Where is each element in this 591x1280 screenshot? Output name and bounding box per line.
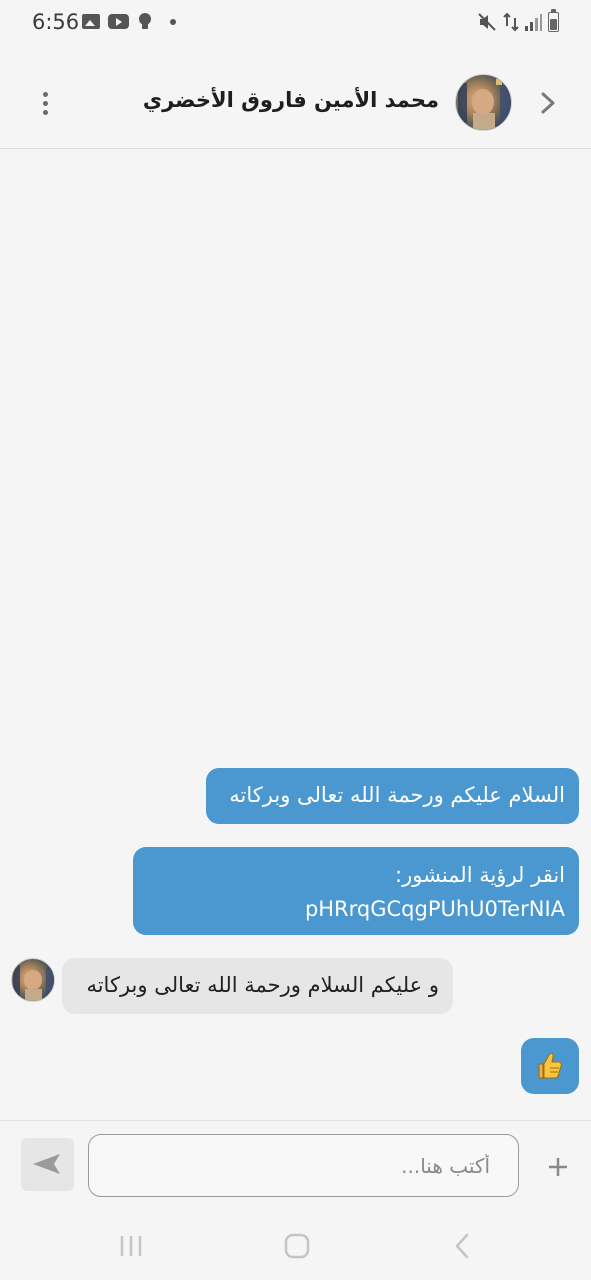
avatar-photo xyxy=(458,79,510,130)
menu-dot xyxy=(43,92,48,97)
status-bar: 6:56 xyxy=(0,0,591,46)
outgoing-message[interactable]: انقر لرؤية المنشور: pHRrqGCqgPUhU0TerNIA xyxy=(133,847,579,935)
battery-level xyxy=(550,19,557,30)
battery-icon xyxy=(548,9,559,32)
recents-icon[interactable] xyxy=(118,1234,144,1258)
outgoing-message[interactable] xyxy=(521,1038,579,1094)
composer xyxy=(0,1120,591,1210)
sender-avatar[interactable] xyxy=(11,958,55,1002)
back-icon[interactable] xyxy=(450,1232,476,1260)
avatar-photo xyxy=(13,965,54,1001)
message-list[interactable]: السلام عليكم ورحمة الله تعالى وبركاته ان… xyxy=(0,150,591,1120)
post-link[interactable]: pHRrqGCqgPUhU0TerNIA xyxy=(147,892,565,926)
mute-icon xyxy=(478,13,496,31)
gallery-icon xyxy=(82,14,100,29)
outgoing-message[interactable]: السلام عليكم ورحمة الله تعالى وبركاته xyxy=(206,768,579,824)
send-button[interactable] xyxy=(21,1138,74,1191)
menu-dot xyxy=(43,110,48,115)
send-icon xyxy=(33,1154,60,1174)
bulb-icon xyxy=(139,13,151,29)
more-vertical-icon[interactable] xyxy=(30,86,60,120)
incoming-message[interactable]: و عليكم السلام ورحمة الله تعالى وبركاته xyxy=(62,958,453,1014)
contact-avatar[interactable] xyxy=(455,74,512,131)
message-text: انقر لرؤية المنشور: xyxy=(395,863,565,887)
thumbs-up-icon xyxy=(538,1052,562,1079)
chevron-right-icon[interactable] xyxy=(533,86,563,120)
status-time: 6:56 xyxy=(32,10,80,34)
signal-icon xyxy=(525,14,542,31)
navigation-bar xyxy=(0,1210,591,1280)
contact-name[interactable]: محمد الأمين فاروق الأخضري xyxy=(143,88,439,112)
plus-icon[interactable] xyxy=(545,1154,571,1180)
menu-dot xyxy=(43,101,48,106)
home-icon[interactable] xyxy=(284,1233,310,1259)
data-icon xyxy=(503,12,519,32)
youtube-icon xyxy=(108,14,129,29)
message-input[interactable] xyxy=(88,1134,519,1197)
dot-icon xyxy=(170,19,176,25)
chat-screen: 6:56 محمد الأمين فاروق الأخضري السلام عل… xyxy=(0,0,591,1280)
chat-header: محمد الأمين فاروق الأخضري xyxy=(0,46,591,149)
